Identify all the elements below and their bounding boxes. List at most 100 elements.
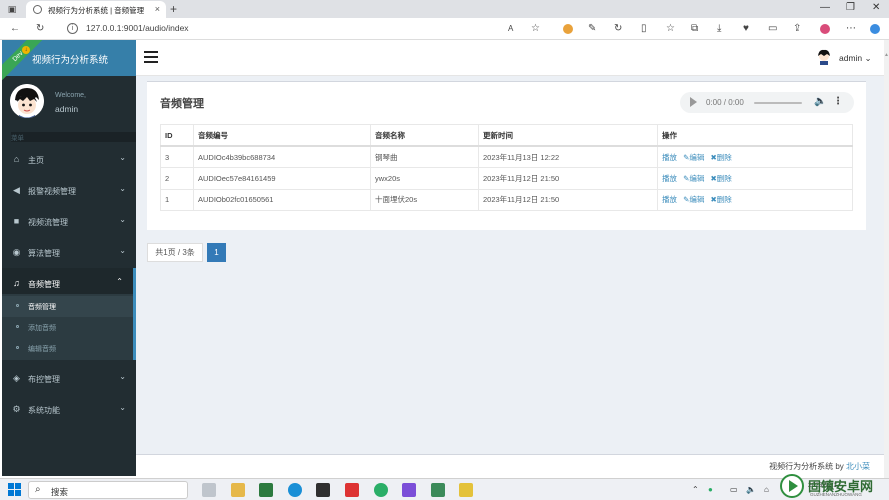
player-progress[interactable] (754, 102, 802, 104)
tab-actions-icon[interactable]: ▣ (6, 3, 18, 15)
new-tab-icon[interactable]: + (170, 2, 177, 16)
user-menu[interactable]: admin ⌄ (839, 53, 872, 64)
copilot-icon[interactable] (820, 24, 830, 34)
sidebar-item-alarm-video[interactable]: ◀ 报警视频管理 ⌄ (2, 175, 136, 206)
cell-name: 钢琴曲 (370, 145, 479, 168)
video-camera-icon: ■ (13, 216, 20, 226)
favorite-star-icon[interactable]: ☆ (531, 22, 540, 36)
pagination-info: 共1页 / 3条 (147, 243, 203, 262)
chevron-down-icon: ⌄ (119, 246, 126, 255)
delete-link-label: 删除 (716, 173, 732, 183)
footer-label: 视频行为分析系统 by (769, 462, 846, 471)
top-navbar: admin ⌄ (136, 40, 887, 76)
play-icon[interactable] (690, 97, 697, 107)
cell-name: ywx20s (370, 167, 479, 190)
watermark-logo: 固镇安卓网 GUZHENANZHUOWANG (780, 473, 886, 499)
refresh-icon[interactable]: ↻ (36, 22, 44, 36)
extension-icon[interactable] (563, 24, 573, 34)
cell-id: 3 (160, 145, 194, 168)
delete-link[interactable]: ✖删除 (710, 153, 731, 162)
tray-network-icon[interactable]: ⌂ (764, 485, 769, 494)
tray-wechat-icon[interactable]: ● (708, 485, 713, 494)
task-view-icon[interactable] (202, 483, 216, 497)
edit-link[interactable]: ✎编辑 (683, 174, 704, 183)
address-bar[interactable]: 127.0.0.1:9001/audio/index (86, 23, 189, 33)
submenu-item-edit-audio[interactable]: 编辑音频 (2, 338, 133, 359)
screenshot-icon[interactable]: ▭ (768, 22, 777, 36)
pen-icon[interactable]: ✎ (588, 22, 596, 36)
footer-author-link[interactable]: 北小菜 (846, 462, 870, 471)
delete-link[interactable]: ✖删除 (710, 195, 731, 204)
play-link-label: 播放 (662, 195, 677, 205)
share-icon[interactable]: ⇪ (793, 22, 801, 36)
more-menu-icon[interactable]: ⋯ (846, 22, 856, 36)
audio-player[interactable]: 0:00 / 0:00 🔈 ⋮ (680, 92, 854, 113)
sidebar-item-algorithm[interactable]: ◉ 算法管理 ⌄ (2, 237, 136, 268)
delete-link[interactable]: ✖删除 (710, 174, 731, 183)
collections-icon[interactable]: ⧉ (691, 22, 698, 36)
back-icon[interactable]: ← (10, 22, 20, 36)
sidebar-item-audio[interactable]: ♫ 音频管理 ⌃ (2, 268, 136, 294)
wechat-icon[interactable] (374, 483, 388, 497)
sync-icon[interactable]: ↻ (614, 22, 622, 36)
close-tab-icon[interactable]: × (155, 4, 160, 14)
browser-window: ▣ 视频行为分析系统 | 音频管理 × + — ❐ ✕ ← ↻ i 127.0.… (0, 0, 889, 478)
menu-header: 菜单 (11, 132, 136, 142)
play-link[interactable]: 播放 (662, 195, 677, 204)
edit-link-label: 编辑 (689, 195, 705, 205)
split-screen-icon[interactable]: ▯ (641, 22, 647, 36)
file-explorer-icon[interactable] (231, 483, 245, 497)
scroll-up-icon[interactable]: ▲ (884, 52, 889, 58)
sidebar-item-control[interactable]: ◈ 布控管理 ⌄ (2, 363, 136, 394)
start-button[interactable] (8, 483, 21, 496)
play-link[interactable]: 播放 (662, 153, 677, 162)
browser-tab[interactable]: 视频行为分析系统 | 音频管理 × (26, 1, 166, 18)
wps-icon[interactable] (345, 483, 359, 497)
submenu-item-audio-manage[interactable]: 音频管理 (2, 296, 133, 317)
edit-link[interactable]: ✎编辑 (683, 153, 704, 162)
volume-icon[interactable]: 🔈 (814, 96, 826, 107)
maximize-icon[interactable]: ❐ (846, 2, 855, 13)
sidebar-item-system[interactable]: ⚙ 系统功能 ⌄ (2, 394, 136, 425)
scrollbar[interactable]: ▲ (884, 40, 889, 478)
tray-battery-icon[interactable]: ▭ (730, 485, 738, 494)
chevron-up-icon: ⌃ (116, 277, 123, 286)
user-name: admin (55, 104, 79, 114)
user-avatar-small[interactable] (817, 49, 831, 65)
footer-text: 视频行为分析系统 by 北小菜 (769, 461, 870, 472)
close-window-icon[interactable]: ✕ (872, 2, 880, 13)
pycharm-icon[interactable] (259, 483, 273, 497)
search-icon: ⌕ (35, 484, 41, 495)
more-options-icon[interactable]: ⋮ (833, 96, 843, 107)
edit-link[interactable]: ✎编辑 (683, 195, 704, 204)
minimize-icon[interactable]: — (820, 2, 830, 13)
play-link[interactable]: 播放 (662, 174, 677, 183)
bullhorn-icon: ◀ (13, 185, 20, 195)
sidebar-item-video-stream[interactable]: ■ 视频流管理 ⌄ (2, 206, 136, 237)
table-row: 3 AUDIOc4b39bc688734 钢琴曲 2023年11月13日 12:… (160, 145, 853, 168)
app-icon[interactable] (459, 483, 473, 497)
terminal-icon[interactable] (316, 483, 330, 497)
sidebar-item-home[interactable]: ⌂ 主页 ⌄ (2, 144, 136, 175)
tray-expand-icon[interactable]: ⌃ (692, 485, 699, 494)
performance-icon[interactable]: ♥ (743, 22, 749, 36)
menu-toggle-icon[interactable] (144, 51, 158, 63)
cell-id: 2 (160, 167, 194, 190)
favorites-icon[interactable]: ☆ (666, 22, 675, 36)
edge-sidebar-icon[interactable] (870, 24, 880, 34)
sidebar-item-label: 系统功能 (28, 406, 60, 415)
notepad-icon[interactable] (431, 483, 445, 497)
brand-bar[interactable]: Dev ↓ 视频行为分析系统 (2, 40, 136, 80)
read-aloud-icon[interactable]: A (508, 22, 513, 36)
audio-box: 音频管理 0:00 / 0:00 🔈 ⋮ ID 音频编号 音频名称 更新时间 操… (147, 81, 866, 230)
cell-id: 1 (160, 188, 194, 211)
taskbar-search[interactable]: ⌕ 搜索 (28, 481, 188, 499)
visual-studio-icon[interactable] (402, 483, 416, 497)
download-icon[interactable]: ⤓ (717, 22, 721, 36)
tray-volume-icon[interactable]: 🔈 (746, 485, 756, 494)
page-button[interactable]: 1 (207, 243, 226, 262)
edge-icon[interactable] (288, 483, 302, 497)
site-info-icon[interactable]: i (67, 23, 78, 34)
audio-submenu: 音频管理 添加音频 编辑音频 (2, 294, 136, 360)
submenu-item-add-audio[interactable]: 添加音频 (2, 317, 133, 338)
